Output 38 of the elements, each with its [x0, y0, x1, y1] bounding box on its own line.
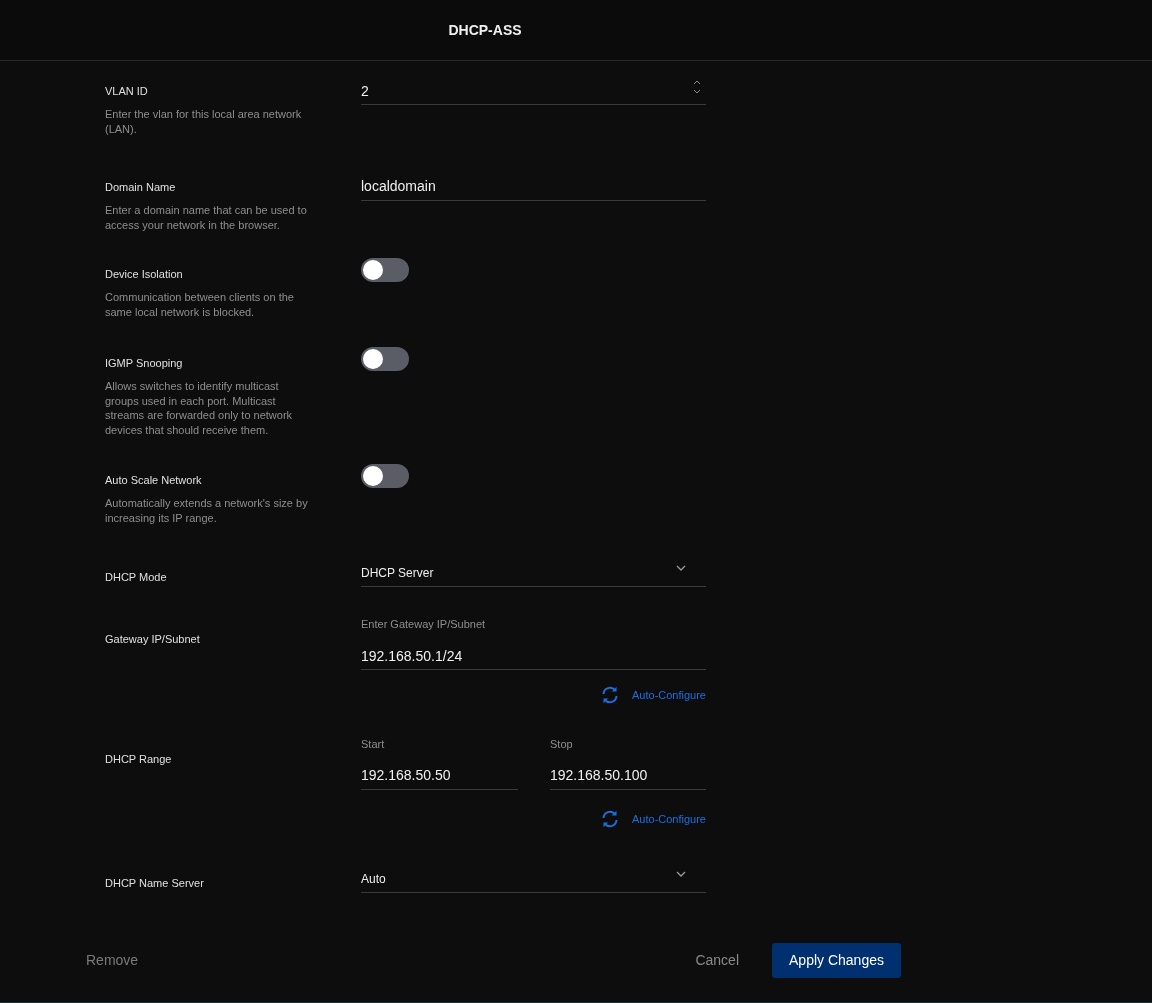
setting-label: VLAN ID — [105, 84, 149, 98]
setting-label: DHCP Name Server — [105, 876, 205, 890]
chevron-down-icon — [676, 871, 686, 877]
dialog-title: DHCP-ASS — [448, 20, 522, 40]
toggle-switch[interactable] — [361, 464, 409, 488]
setting-description: Allows switches to identify multicast groups used in each port. Multicast streams are forwarded only to network devices that should receive them. — [105, 379, 294, 437]
input-field[interactable]: localdomain — [361, 172, 706, 201]
setting-description: Automatically extends a network's size by increasing its IP range. — [105, 496, 309, 525]
auto-configure-link[interactable]: Auto-Configure — [600, 809, 706, 829]
setting-description: Enter a domain name that can be used to access your network in the browser. — [105, 203, 308, 232]
auto-configure-link[interactable]: Auto-Configure — [600, 685, 706, 705]
input-field[interactable]: 2 — [361, 78, 706, 105]
setting-description: Communication between clients on the same local network is blocked. — [105, 290, 295, 319]
setting-label: Auto Scale Network — [105, 473, 203, 487]
refresh-icon — [600, 685, 620, 705]
setting-label: DHCP Range — [105, 752, 173, 766]
setting-description: Enter the vlan for this local area network (LAN). — [105, 107, 303, 136]
dropdown-select[interactable]: DHCP Server — [361, 560, 706, 587]
setting-label: Device Isolation — [105, 267, 184, 281]
setting-label: Gateway IP/Subnet — [105, 632, 201, 646]
field-caption: Start — [361, 737, 386, 751]
field-caption: Stop — [550, 737, 574, 751]
input-field[interactable]: 192.168.50.1/24 — [361, 642, 706, 670]
cancel-button[interactable]: Cancel — [695, 950, 739, 971]
chevron-down-icon — [676, 565, 686, 571]
remove-button[interactable]: Remove — [86, 950, 139, 971]
dropdown-select[interactable]: Auto — [361, 866, 706, 893]
setting-label: DHCP Mode — [105, 570, 168, 584]
field-caption: Enter Gateway IP/Subnet — [361, 617, 487, 631]
toggle-switch[interactable] — [361, 347, 409, 371]
refresh-icon — [600, 809, 620, 829]
setting-label: Domain Name — [105, 180, 177, 194]
setting-label: IGMP Snooping — [105, 356, 184, 370]
input-field[interactable]: 192.168.50.100 — [550, 761, 706, 790]
input-field[interactable]: 192.168.50.50 — [361, 761, 518, 790]
spinner-arrows-icon — [693, 79, 701, 95]
apply-changes-button[interactable]: Apply Changes — [772, 943, 901, 978]
toggle-switch[interactable] — [361, 258, 409, 282]
